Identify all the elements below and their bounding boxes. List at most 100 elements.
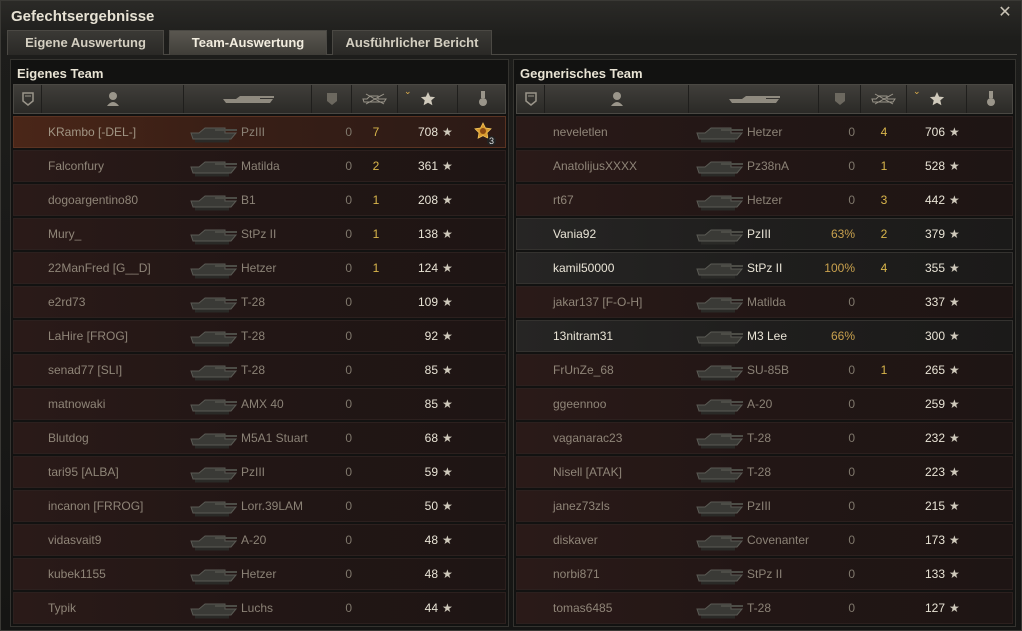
kills-icon[interactable] (352, 85, 398, 113)
player-name: norbi871 (553, 567, 600, 581)
tab-eigene-auswertung[interactable]: Eigene Auswertung (7, 30, 164, 55)
tank-icon (695, 459, 745, 485)
player-name: kamil50000 (553, 261, 615, 275)
title-bar: Gefechtsergebnisse ✕ (1, 1, 1021, 29)
table-row[interactable]: Typik Luchs 0 44 ★ (13, 592, 506, 624)
kills-icon[interactable] (861, 85, 907, 113)
player-name: jakar137 [F-O-H] (553, 295, 643, 309)
star-icon: ★ (949, 431, 960, 445)
player-icon[interactable] (42, 85, 184, 113)
table-row[interactable]: Vania92 PzIII 63% 2 379 ★ (516, 218, 1013, 250)
table-row[interactable]: 22ManFred [G__D] Hetzer 0 1 124 ★ (13, 252, 506, 284)
medal-icon[interactable]: 3 (472, 122, 496, 146)
kills-value (361, 457, 391, 487)
enemy-team-header: ⌄ (516, 84, 1013, 114)
kills-value (869, 423, 899, 453)
xp-value: 300 (924, 329, 945, 343)
damage-value: 0 (345, 329, 352, 343)
kills-value (361, 593, 391, 623)
star-icon: ★ (442, 533, 453, 547)
table-row[interactable]: e2rd73 T-28 0 109 ★ (13, 286, 506, 318)
table-row[interactable]: diskaver Covenanter 0 173 ★ (516, 524, 1013, 556)
xp-star-icon[interactable]: ⌄ (398, 85, 458, 113)
table-row[interactable]: incanon [FRROG] Lorr.39LAM 0 50 ★ (13, 490, 506, 522)
table-row[interactable]: vidasvait9 A-20 0 48 ★ (13, 524, 506, 556)
damage-value: 0 (345, 193, 352, 207)
kills-value (361, 559, 391, 589)
table-row[interactable]: kubek1155 Hetzer 0 48 ★ (13, 558, 506, 590)
table-row[interactable]: Nisell [ATAK] T-28 0 223 ★ (516, 456, 1013, 488)
star-icon: ★ (949, 397, 960, 411)
xp-value: 232 (924, 431, 945, 445)
damage-value: 0 (345, 363, 352, 377)
medal-icon[interactable] (967, 85, 1014, 113)
xp-value: 124 (417, 261, 438, 275)
table-row[interactable]: AnatolijusXXXX Pz38nA 0 1 528 ★ (516, 150, 1013, 182)
tank-icon (695, 289, 745, 315)
table-row[interactable]: neveletlen Hetzer 0 4 706 ★ (516, 116, 1013, 148)
kills-value: 1 (372, 227, 380, 241)
table-row[interactable]: dogoargentino80 B1 0 1 208 ★ (13, 184, 506, 216)
xp-value: 138 (417, 227, 438, 241)
tank-icon (189, 119, 239, 145)
medal-icon[interactable] (458, 85, 507, 113)
table-row[interactable]: 13nitram31 M3 Lee 66% 300 ★ (516, 320, 1013, 352)
player-name: neveletlen (553, 125, 608, 139)
tank-icon (189, 187, 239, 213)
squad-icon[interactable] (14, 85, 42, 113)
table-row[interactable]: matnowaki AMX 40 0 85 ★ (13, 388, 506, 420)
table-row[interactable]: tari95 [ALBA] PzIII 0 59 ★ (13, 456, 506, 488)
kills-value: 1 (372, 193, 380, 207)
star-icon: ★ (442, 295, 453, 309)
tank-icon (189, 255, 239, 281)
tank-icon (189, 357, 239, 383)
player-name: tari95 [ALBA] (48, 465, 119, 479)
tank-icon (189, 595, 239, 621)
tab-ausfuehrlicher-bericht[interactable]: Ausführlicher Bericht (332, 30, 492, 55)
star-icon: ★ (949, 567, 960, 581)
damage-value: 0 (848, 193, 855, 207)
table-row[interactable]: vaganarac23 T-28 0 232 ★ (516, 422, 1013, 454)
star-icon: ★ (949, 295, 960, 309)
tank-icon[interactable] (689, 85, 819, 113)
player-name: FrUnZe_68 (553, 363, 614, 377)
player-name: 13nitram31 (553, 329, 614, 343)
table-row[interactable]: norbi871 StPz II 0 133 ★ (516, 558, 1013, 590)
player-icon[interactable] (545, 85, 689, 113)
xp-value: 127 (924, 601, 945, 615)
player-name: incanon [FRROG] (48, 499, 144, 513)
table-row[interactable]: FrUnZe_68 SU-85B 0 1 265 ★ (516, 354, 1013, 386)
damage-icon[interactable] (819, 85, 861, 113)
tank-icon (189, 493, 239, 519)
star-icon: ★ (442, 601, 453, 615)
tank-icon[interactable] (184, 85, 312, 113)
tank-icon (189, 221, 239, 247)
damage-icon[interactable] (312, 85, 352, 113)
xp-star-icon[interactable]: ⌄ (907, 85, 967, 113)
table-row[interactable]: kamil50000 StPz II 100% 4 355 ★ (516, 252, 1013, 284)
table-row[interactable]: senad77 [SLI] T-28 0 85 ★ (13, 354, 506, 386)
table-row[interactable]: KRambo [-DEL-] PzIII 0 7 708 ★ 3 (13, 116, 506, 148)
xp-value: 50 (424, 499, 438, 513)
tab-team-auswertung[interactable]: Team-Auswertung (169, 30, 327, 55)
xp-value: 361 (417, 159, 438, 173)
squad-icon[interactable] (517, 85, 545, 113)
table-row[interactable]: tomas6485 T-28 0 127 ★ (516, 592, 1013, 624)
table-row[interactable]: Falconfury Matilda 0 2 361 ★ (13, 150, 506, 182)
table-row[interactable]: janez73zls PzIII 0 215 ★ (516, 490, 1013, 522)
table-row[interactable]: Blutdog M5A1 Stuart 0 68 ★ (13, 422, 506, 454)
table-row[interactable]: jakar137 [F-O-H] Matilda 0 337 ★ (516, 286, 1013, 318)
table-row[interactable]: Mury_ StPz II 0 1 138 ★ (13, 218, 506, 250)
kills-value (869, 593, 899, 623)
tank-icon (695, 153, 745, 179)
table-row[interactable]: rt67 Hetzer 0 3 442 ★ (516, 184, 1013, 216)
tab-bar: Eigene Auswertung Team-Auswertung Ausfüh… (7, 30, 1017, 55)
xp-value: 442 (924, 193, 945, 207)
table-row[interactable]: ggeennoo A-20 0 259 ★ (516, 388, 1013, 420)
close-icon[interactable]: ✕ (997, 5, 1013, 21)
xp-value: 59 (424, 465, 438, 479)
star-icon: ★ (442, 159, 453, 173)
medal-count: 3 (486, 136, 496, 146)
table-row[interactable]: LaHire [FROG] T-28 0 92 ★ (13, 320, 506, 352)
damage-value: 0 (345, 159, 352, 173)
